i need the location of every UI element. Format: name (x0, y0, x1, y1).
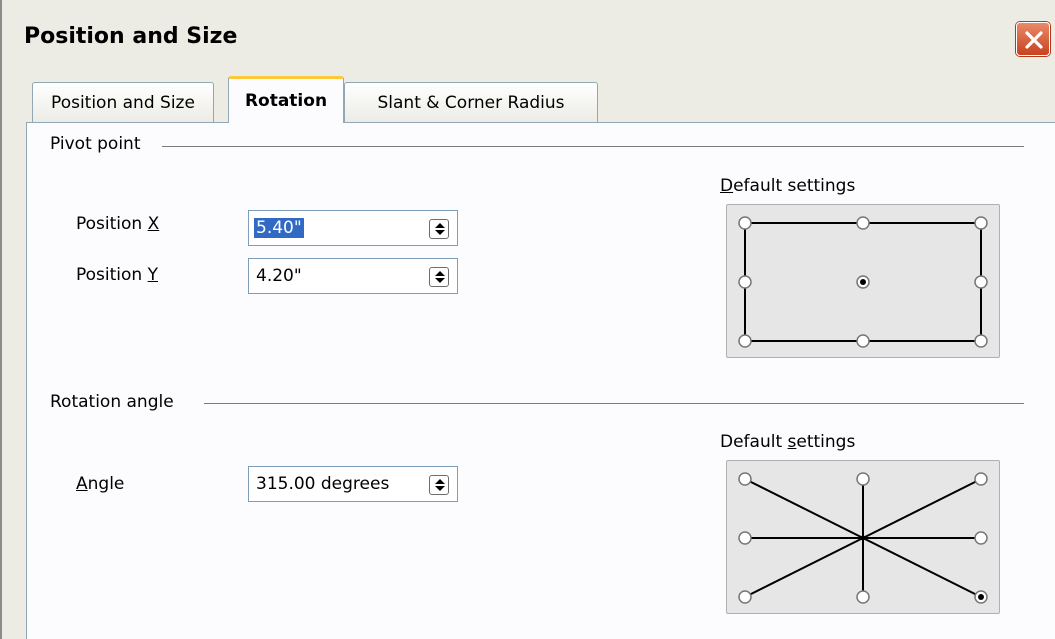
position-y-spin-buttons[interactable] (429, 267, 449, 287)
angle-point-270 (856, 590, 870, 604)
tab-label: Rotation (244, 91, 328, 111)
pivot-point-separator (162, 146, 1024, 147)
tab-rotation[interactable]: Rotation (228, 76, 344, 123)
angle-field[interactable]: 315.00 degrees (248, 466, 458, 502)
dialog-title: Position and Size (24, 24, 238, 49)
angle-value[interactable]: 315.00 degrees (256, 474, 389, 494)
pivot-point-group-title: Pivot point (50, 134, 149, 154)
pivot-default-settings-control[interactable] (726, 204, 1000, 358)
pivot-point-bottom-left (738, 334, 752, 348)
pivot-rectangle-diagram (738, 216, 988, 348)
pivot-point-bottom-right (974, 334, 988, 348)
angle-star-diagram (738, 472, 988, 604)
angle-point-180 (738, 531, 752, 545)
position-y-value[interactable]: 4.20" (256, 266, 302, 286)
position-x-label: Position X (76, 214, 160, 234)
position-y-label: Position Y (76, 265, 158, 285)
rotation-default-settings-label: Default settings (720, 432, 856, 452)
angle-spin-buttons[interactable] (429, 475, 449, 495)
pivot-default-settings-label: Default settings (720, 176, 856, 196)
angle-point-225 (738, 590, 752, 604)
tab-label: Position and Size (51, 93, 195, 113)
angle-default-settings-control[interactable] (726, 460, 1000, 614)
dialog-window: Position and Size Position and Size Rota… (0, 0, 1055, 639)
pivot-point-bottom-center (856, 334, 870, 348)
tab-label: Slant & Corner Radius (377, 93, 565, 113)
tab-position-and-size[interactable]: Position and Size (32, 82, 214, 122)
close-button[interactable] (1016, 22, 1050, 56)
angle-point-45 (974, 472, 988, 486)
pivot-point-top-left (738, 216, 752, 230)
angle-label: Angle (76, 474, 125, 494)
rotation-angle-group-title: Rotation angle (50, 392, 182, 412)
rotation-angle-separator (204, 403, 1024, 404)
pivot-point-top-center (856, 216, 870, 230)
angle-point-0 (974, 531, 988, 545)
tab-slant-corner-radius[interactable]: Slant & Corner Radius (344, 82, 598, 122)
angle-point-90 (856, 472, 870, 486)
pivot-point-top-right (974, 216, 988, 230)
title-bar[interactable]: Position and Size (2, 0, 1055, 66)
position-x-field[interactable]: 5.40" (248, 210, 458, 246)
position-x-spin-buttons[interactable] (429, 219, 449, 239)
position-x-value[interactable]: 5.40" (254, 218, 304, 238)
position-y-field[interactable]: 4.20" (248, 258, 458, 294)
pivot-point-middle-left (738, 275, 752, 289)
angle-point-135 (738, 472, 752, 486)
pivot-point-middle-right (974, 275, 988, 289)
